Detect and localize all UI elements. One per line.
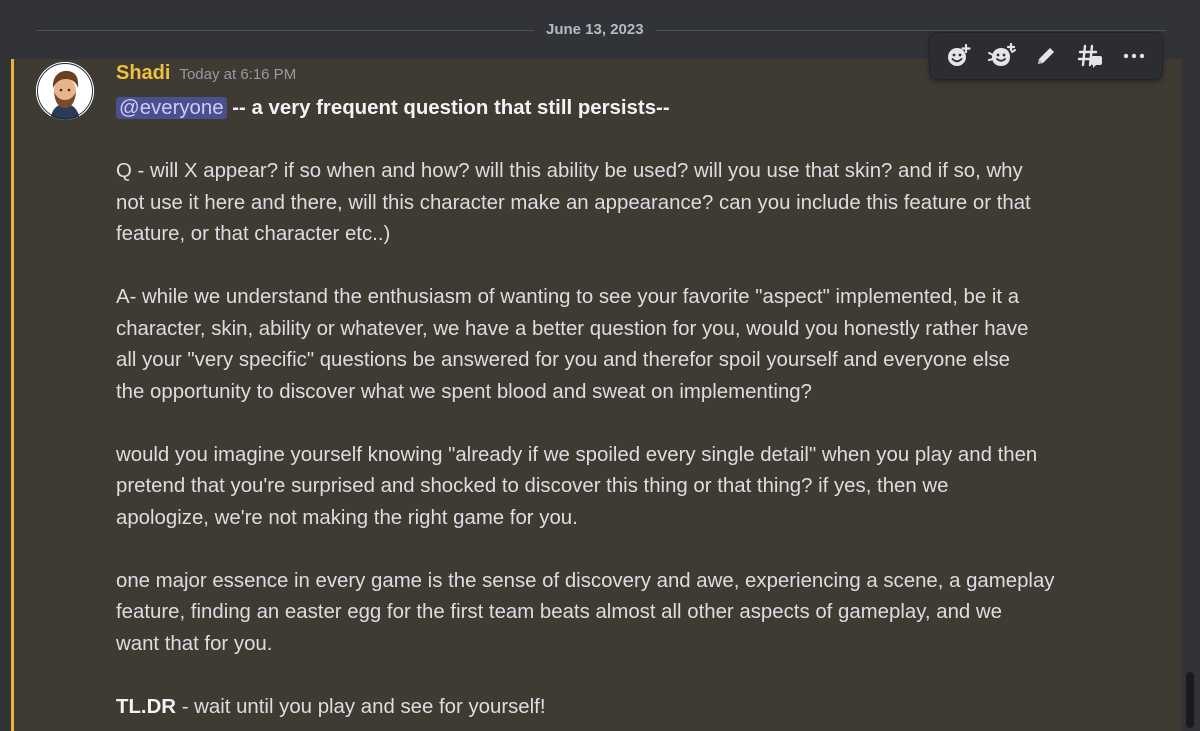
- message-line: character, skin, ability or whatever, we…: [116, 317, 1029, 340]
- edit-icon: [1038, 48, 1054, 64]
- chat-viewport: June 13, 2023 Shadi Today at 6:16 PM @ev…: [0, 0, 1200, 731]
- tldr-text: - wait until you play and see for yourse…: [176, 695, 546, 718]
- add-reaction-button[interactable]: [939, 37, 977, 75]
- message-line: not use it here and there, will this cha…: [116, 191, 1031, 214]
- super-reaction-button[interactable]: [983, 37, 1021, 75]
- edit-button[interactable]: [1027, 37, 1065, 75]
- username[interactable]: Shadi: [116, 62, 170, 85]
- message-line: feature, or that character etc..): [116, 223, 391, 245]
- message-line: TL.DR - wait until you play and see for …: [116, 692, 1116, 724]
- tldr-label: TL.DR: [116, 695, 177, 718]
- date-divider-label: June 13, 2023: [534, 20, 656, 40]
- create-thread-icon: [1077, 44, 1102, 68]
- message-line: pretend that you're surprised and shocke…: [116, 475, 949, 497]
- more-options-button[interactable]: [1115, 37, 1153, 75]
- message-header: Shadi Today at 6:16 PM: [116, 62, 296, 88]
- message-headline: -- a very frequent question that still p…: [232, 97, 670, 119]
- message-line: apologize, we're not making the right ga…: [116, 506, 578, 529]
- message-line: Q - will X appear? if so when and how? w…: [116, 160, 1023, 182]
- message-line: feature, finding an easter egg for the f…: [116, 601, 1002, 623]
- message-line: all your "very specific" questions be an…: [116, 349, 1011, 371]
- message-line: want that for you.: [116, 632, 273, 655]
- super-reaction-icon: [988, 43, 1016, 66]
- message-timestamp[interactable]: Today at 6:16 PM: [179, 66, 296, 83]
- avatar[interactable]: [36, 62, 94, 120]
- message-line: A- while we understand the enthusiasm of…: [116, 286, 1020, 308]
- everyone-mention[interactable]: @everyone: [116, 97, 227, 119]
- message-line: would you imagine yourself knowing "alre…: [116, 443, 1038, 466]
- add-reaction-icon: [948, 43, 971, 66]
- message-line: one major essence in every game is the s…: [116, 569, 1055, 592]
- more-icon: [1123, 53, 1145, 59]
- avatar-portrait-icon: [36, 62, 94, 120]
- message-line: @everyone -- a very frequent question th…: [116, 93, 1116, 125]
- create-thread-button[interactable]: [1071, 37, 1109, 75]
- message-content: @everyone -- a very frequent question th…: [116, 93, 1116, 723]
- message-hover-toolbar: [929, 32, 1163, 80]
- message-line: the opportunity to discover what we spen…: [116, 380, 812, 403]
- scrollbar-thumb[interactable]: [1186, 672, 1194, 728]
